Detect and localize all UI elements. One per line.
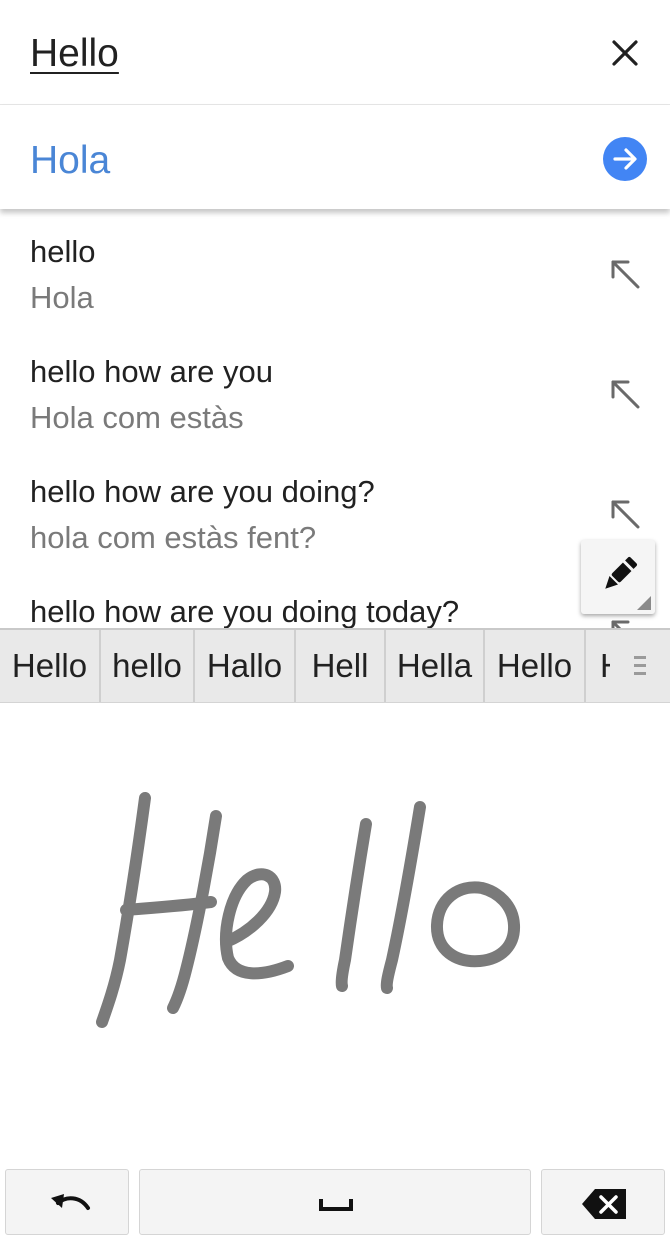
translation-text: Hola (30, 139, 111, 182)
suggestion-item[interactable]: hello how are you doing today? (0, 570, 670, 628)
translate-handwriting-screen: Hello Hola hello Hola hello how are you … (0, 0, 670, 1243)
undo-button[interactable] (5, 1169, 129, 1235)
handwritten-ink (96, 792, 520, 1028)
candidate-item[interactable]: H (586, 630, 610, 702)
suggestion-source: hello how are you doing today? (30, 594, 460, 628)
backspace-icon (582, 1189, 626, 1219)
candidate-item[interactable]: Hell (296, 630, 386, 702)
arrow-right-icon[interactable] (603, 137, 647, 181)
candidate-item[interactable]: Hallo (195, 630, 296, 702)
suggestion-translation: Hola (30, 280, 94, 315)
suggestion-translation: hola com estàs fent? (30, 520, 317, 555)
suggestion-item[interactable]: hello how are you Hola com estàs (0, 330, 670, 451)
arrow-up-left-icon[interactable] (606, 495, 646, 535)
suggestion-source: hello how are you doing? (30, 474, 375, 509)
handwriting-keyboard-bar (0, 1168, 670, 1243)
input-row: Hello (0, 0, 670, 105)
arrow-up-left-icon[interactable] (606, 615, 646, 628)
pen-icon[interactable] (581, 540, 655, 614)
arrow-up-left-icon[interactable] (606, 375, 646, 415)
candidate-item[interactable]: Hello (485, 630, 586, 702)
suggestion-list: hello Hola hello how are you Hola com es… (0, 210, 670, 628)
space-icon (319, 1199, 353, 1211)
candidate-bar: Hello hello Hallo Hell Hella Hello H (0, 628, 670, 703)
close-icon[interactable] (604, 32, 646, 74)
backspace-button[interactable] (541, 1169, 665, 1235)
suggestion-item[interactable]: hello how are you doing? hola com estàs … (0, 450, 670, 571)
undo-icon (51, 1194, 90, 1210)
arrow-up-left-icon[interactable] (606, 255, 646, 295)
space-button[interactable] (139, 1169, 531, 1235)
source-text-input[interactable]: Hello (30, 32, 119, 76)
candidate-item[interactable]: Hella (386, 630, 485, 702)
suggestion-source: hello how are you (30, 354, 273, 389)
more-candidates-icon[interactable] (612, 630, 670, 702)
suggestion-translation: Hola com estàs (30, 400, 244, 435)
suggestion-source: hello (30, 234, 96, 269)
suggestion-item[interactable]: hello Hola (0, 210, 670, 331)
candidate-item[interactable]: Hello (0, 630, 101, 702)
translation-result-row[interactable]: Hola (0, 105, 670, 209)
candidate-item[interactable]: hello (101, 630, 195, 702)
handwriting-canvas[interactable] (0, 700, 670, 1168)
